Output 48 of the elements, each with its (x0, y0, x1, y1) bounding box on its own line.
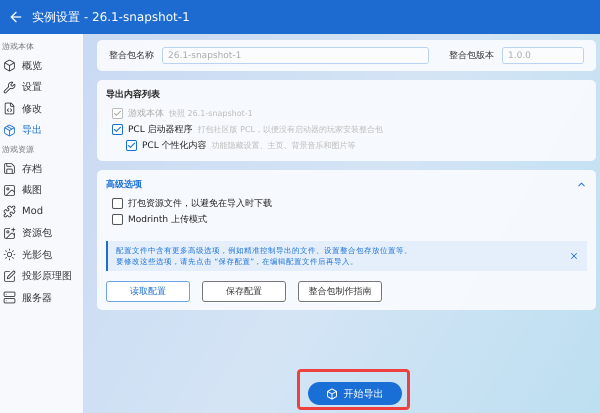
sidebar-item[interactable]: 投影原理图 (0, 266, 83, 287)
option-description: 功能隐藏设置、主页、背景音乐和图片等 (212, 140, 356, 150)
sun-icon (3, 248, 16, 262)
section-label: 游戏本体 (1, 41, 35, 53)
option-label: 打包资源文件，以避免在导入时下载 (128, 198, 272, 210)
field-label: 整合包名称 (109, 50, 154, 62)
field-label: 整合包版本 (449, 50, 494, 62)
sidebar-item[interactable]: 资源包 (0, 222, 83, 244)
checkbox[interactable] (112, 214, 123, 224)
sidebar-item[interactable]: Mod (0, 201, 83, 222)
sidebar-item[interactable]: 光影包 (0, 244, 83, 266)
option-label: 游戏本体 (128, 108, 164, 120)
cube-icon (3, 59, 16, 72)
option-label: PCL 启动器程序 (128, 124, 193, 136)
puzzle-icon (3, 205, 16, 218)
option-label: PCL 个性化内容 (142, 140, 207, 152)
image-icon (3, 184, 16, 197)
back-icon[interactable] (8, 9, 24, 25)
close-icon[interactable] (569, 251, 579, 261)
option-description: 打包社区版 PCL，以便没有启动器的玩家安装整合包 (198, 124, 384, 134)
card-title: 高级选项 (106, 178, 142, 191)
card-title: 导出内容列表 (106, 88, 161, 101)
pen-square-icon (3, 270, 16, 283)
start-export-button[interactable]: 开始导出 (308, 382, 402, 405)
checkbox[interactable] (112, 198, 123, 208)
window-title: 实例设置 - 26.1-snapshot-1 (32, 8, 190, 26)
config-button[interactable]: 整合包制作指南 (298, 281, 382, 302)
sidebar-item[interactable]: 截图 (0, 180, 83, 201)
sidebar-item[interactable]: 概览 (0, 55, 83, 76)
save-icon (3, 162, 16, 176)
sidebar-item[interactable]: 设置 (0, 76, 83, 98)
cube-icon (326, 388, 338, 400)
sidebar-item[interactable]: 存档 (0, 158, 83, 180)
wrench-icon (3, 80, 16, 94)
code-file-icon (3, 102, 16, 116)
server-icon (3, 291, 16, 304)
config-button[interactable]: 保存配置 (202, 281, 286, 302)
checkbox[interactable] (126, 140, 137, 150)
picture-icon (3, 226, 16, 240)
sidebar-item[interactable]: 修改 (0, 98, 83, 120)
config-button[interactable]: 读取配置 (106, 281, 190, 302)
package-icon (3, 124, 16, 137)
sidebar-item[interactable]: 服务器 (0, 287, 83, 308)
checkbox[interactable] (112, 124, 123, 134)
section-label: 游戏资源 (1, 144, 35, 156)
option-description: 快照 26.1-snapshot-1 (169, 108, 253, 118)
option-label: Modrinth 上传模式 (128, 214, 207, 226)
sidebar-item[interactable]: 导出 (0, 120, 83, 141)
